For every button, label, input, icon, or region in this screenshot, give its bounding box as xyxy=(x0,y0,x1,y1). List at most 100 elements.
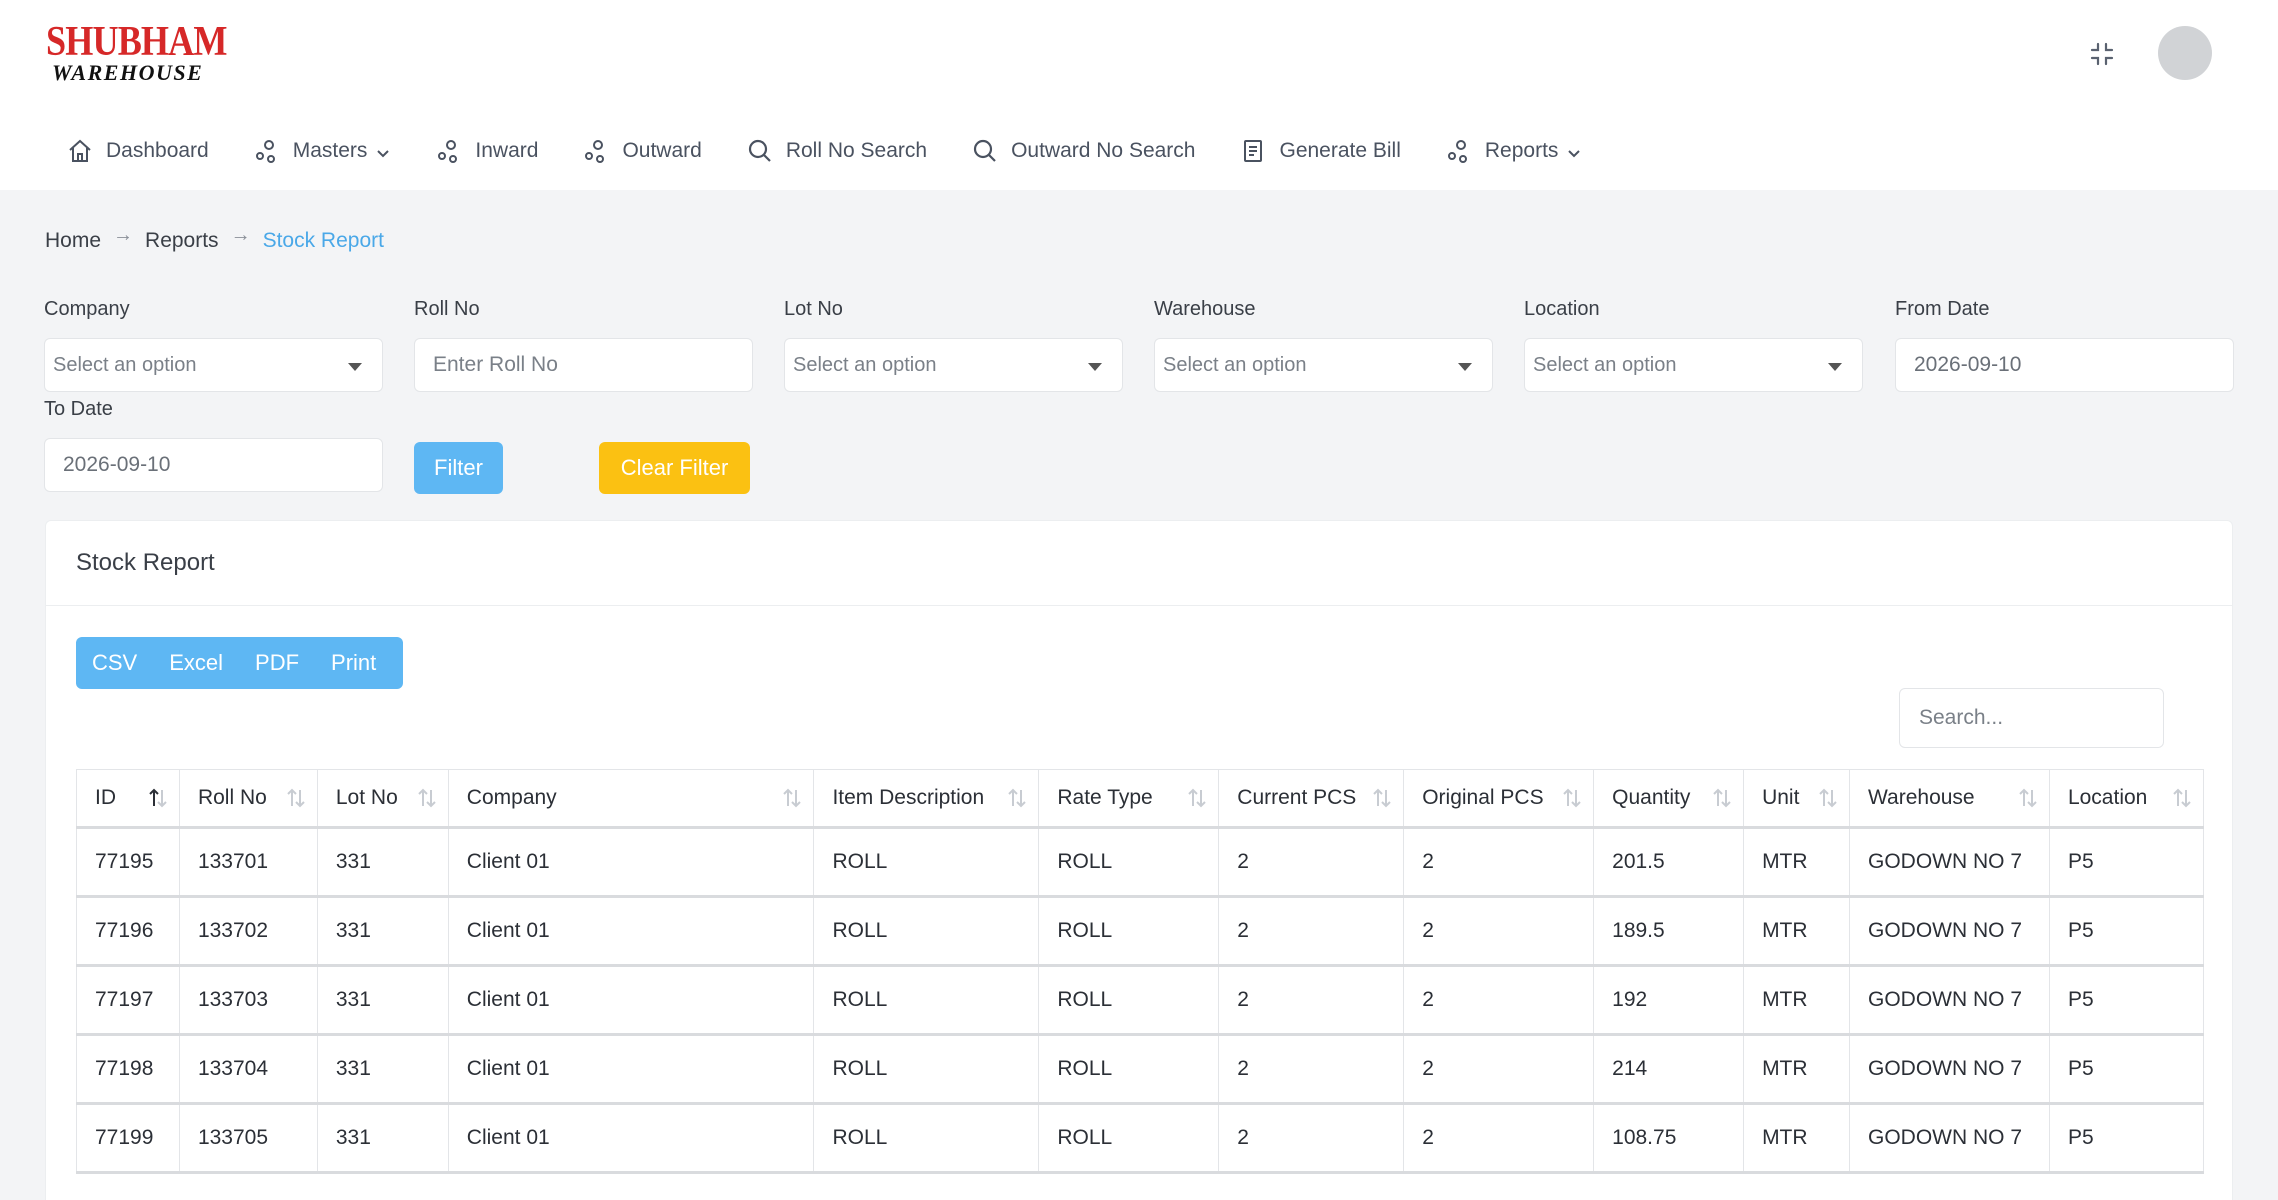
cell-location: P5 xyxy=(2048,965,2205,1036)
column-header-rate-type[interactable]: Rate Type xyxy=(1038,769,1220,829)
nav-dashboard[interactable]: Dashboard xyxy=(66,137,209,165)
column-header-unit[interactable]: Unit xyxy=(1743,769,1850,829)
cell-current-pcs: 2 xyxy=(1218,1103,1405,1174)
column-header-original-pcs[interactable]: Original PCS xyxy=(1403,769,1595,829)
column-header-label: Item Description xyxy=(832,786,985,809)
clear-filter-button[interactable]: Clear Filter xyxy=(599,442,750,494)
cell-rate-type: ROLL xyxy=(1038,896,1220,967)
sort-icon xyxy=(781,786,803,810)
cell-original-pcs: 2 xyxy=(1403,965,1595,1036)
cell-warehouse: GODOWN NO 7 xyxy=(1849,1103,2050,1174)
cell-lot-no: 331 xyxy=(316,1103,449,1174)
cell-item-description: ROLL xyxy=(813,965,1040,1036)
cell-company: Client 01 xyxy=(447,1103,815,1174)
cell-original-pcs: 2 xyxy=(1403,896,1595,967)
csv-button[interactable]: CSV xyxy=(76,637,153,689)
cell-item-description: ROLL xyxy=(813,1103,1040,1174)
stock-table: ID Roll No Lot No Company Item Descripti… xyxy=(76,769,2205,1174)
cell-roll-no: 133702 xyxy=(178,896,318,967)
excel-button[interactable]: Excel xyxy=(153,637,239,689)
table-row[interactable]: 77195 133701 331 Client 01 ROLL ROLL 2 2… xyxy=(76,827,2205,898)
roll-no-input[interactable]: Enter Roll No xyxy=(414,338,753,392)
search-icon xyxy=(971,137,999,165)
breadcrumb-home[interactable]: Home xyxy=(45,229,101,253)
stock-table-body: 77195 133701 331 Client 01 ROLL ROLL 2 2… xyxy=(76,827,2205,1174)
filter-button[interactable]: Filter xyxy=(414,442,503,494)
cell-company: Client 01 xyxy=(447,965,815,1036)
nav-reports-label: Reports xyxy=(1484,139,1559,162)
column-header-label: Lot No xyxy=(335,786,398,809)
cell-warehouse: GODOWN NO 7 xyxy=(1849,896,2050,967)
location-select[interactable]: Select an option xyxy=(1524,338,1863,392)
divider xyxy=(46,605,2232,606)
caret-down-icon xyxy=(1458,363,1472,371)
cell-roll-no: 133703 xyxy=(178,965,318,1036)
sort-icon xyxy=(1186,786,1208,810)
nav-outward-no-search[interactable]: Outward No Search xyxy=(971,137,1195,165)
table-search-input[interactable]: Search... xyxy=(1899,688,2164,748)
nav-inward[interactable]: Inward xyxy=(435,137,538,165)
column-header-label: Quantity xyxy=(1612,786,1691,809)
sort-ascending-icon xyxy=(147,786,169,810)
table-row[interactable]: 77198 133704 331 Client 01 ROLL ROLL 2 2… xyxy=(76,1034,2205,1105)
nav-outward[interactable]: Outward xyxy=(582,137,702,165)
user-avatar[interactable] xyxy=(2158,26,2212,80)
column-header-lot-no[interactable]: Lot No xyxy=(316,769,449,829)
exit-fullscreen-icon[interactable] xyxy=(2086,38,2118,70)
sort-icon xyxy=(2171,786,2193,810)
warehouse-select[interactable]: Select an option xyxy=(1154,338,1493,392)
sort-icon xyxy=(1817,786,1839,810)
report-card: Stock Report CSV Excel PDF Print Search.… xyxy=(45,520,2233,1200)
table-row[interactable]: 77197 133703 331 Client 01 ROLL ROLL 2 2… xyxy=(76,965,2205,1036)
print-button[interactable]: Print xyxy=(315,637,392,689)
sort-icon xyxy=(285,786,307,810)
cell-rate-type: ROLL xyxy=(1038,827,1220,898)
cell-unit: MTR xyxy=(1743,896,1850,967)
column-header-id[interactable]: ID xyxy=(76,769,180,829)
nav-outward-no-search-label: Outward No Search xyxy=(1011,139,1196,162)
nav-generate-bill[interactable]: Generate Bill xyxy=(1239,137,1401,165)
nav-masters[interactable]: Masters xyxy=(253,137,392,165)
cell-unit: MTR xyxy=(1743,1103,1850,1174)
cell-original-pcs: 2 xyxy=(1403,1034,1595,1105)
column-header-item-description[interactable]: Item Description xyxy=(813,769,1040,829)
nodes-icon xyxy=(435,137,463,165)
location-label: Location xyxy=(1524,298,1600,320)
breadcrumb-separator: → xyxy=(113,223,134,246)
company-select[interactable]: Select an option xyxy=(44,338,383,392)
company-label: Company xyxy=(44,298,130,320)
cell-current-pcs: 2 xyxy=(1218,965,1405,1036)
cell-id: 77198 xyxy=(76,1034,180,1105)
column-header-label: ID xyxy=(95,786,116,809)
column-header-quantity[interactable]: Quantity xyxy=(1593,769,1745,829)
column-header-roll-no[interactable]: Roll No xyxy=(178,769,318,829)
cell-lot-no: 331 xyxy=(316,1034,449,1105)
cell-rate-type: ROLL xyxy=(1038,1034,1220,1105)
nav-dashboard-label: Dashboard xyxy=(106,139,209,162)
column-header-label: Rate Type xyxy=(1057,786,1153,809)
column-header-label: Company xyxy=(466,786,557,809)
lot-no-select[interactable]: Select an option xyxy=(784,338,1123,392)
column-header-location[interactable]: Location xyxy=(2048,769,2205,829)
nav-reports[interactable]: Reports xyxy=(1445,137,1583,165)
nav-roll-no-search[interactable]: Roll No Search xyxy=(746,137,927,165)
cell-id: 77197 xyxy=(76,965,180,1036)
brand-logo[interactable]: SHUBHAM WAREHOUSE xyxy=(46,21,227,84)
column-header-label: Roll No xyxy=(197,786,267,809)
column-header-current-pcs[interactable]: Current PCS xyxy=(1218,769,1405,829)
column-header-company[interactable]: Company xyxy=(447,769,815,829)
table-row[interactable]: 77196 133702 331 Client 01 ROLL ROLL 2 2… xyxy=(76,896,2205,967)
from-date-label: From Date xyxy=(1895,298,1990,320)
table-row[interactable]: 77199 133705 331 Client 01 ROLL ROLL 2 2… xyxy=(76,1103,2205,1174)
breadcrumb: Home → Reports → Stock Report xyxy=(45,224,384,253)
to-date-input[interactable]: 2026-09-10 xyxy=(44,438,383,492)
column-header-warehouse[interactable]: Warehouse xyxy=(1849,769,2050,829)
breadcrumb-reports[interactable]: Reports xyxy=(145,229,219,253)
column-header-label: Original PCS xyxy=(1422,786,1544,809)
pdf-button[interactable]: PDF xyxy=(239,637,315,689)
from-date-input[interactable]: 2026-09-10 xyxy=(1895,338,2234,392)
cell-warehouse: GODOWN NO 7 xyxy=(1849,1034,2050,1105)
warehouse-label: Warehouse xyxy=(1154,298,1256,320)
cell-original-pcs: 2 xyxy=(1403,827,1595,898)
to-date-value: 2026-09-10 xyxy=(63,453,171,476)
